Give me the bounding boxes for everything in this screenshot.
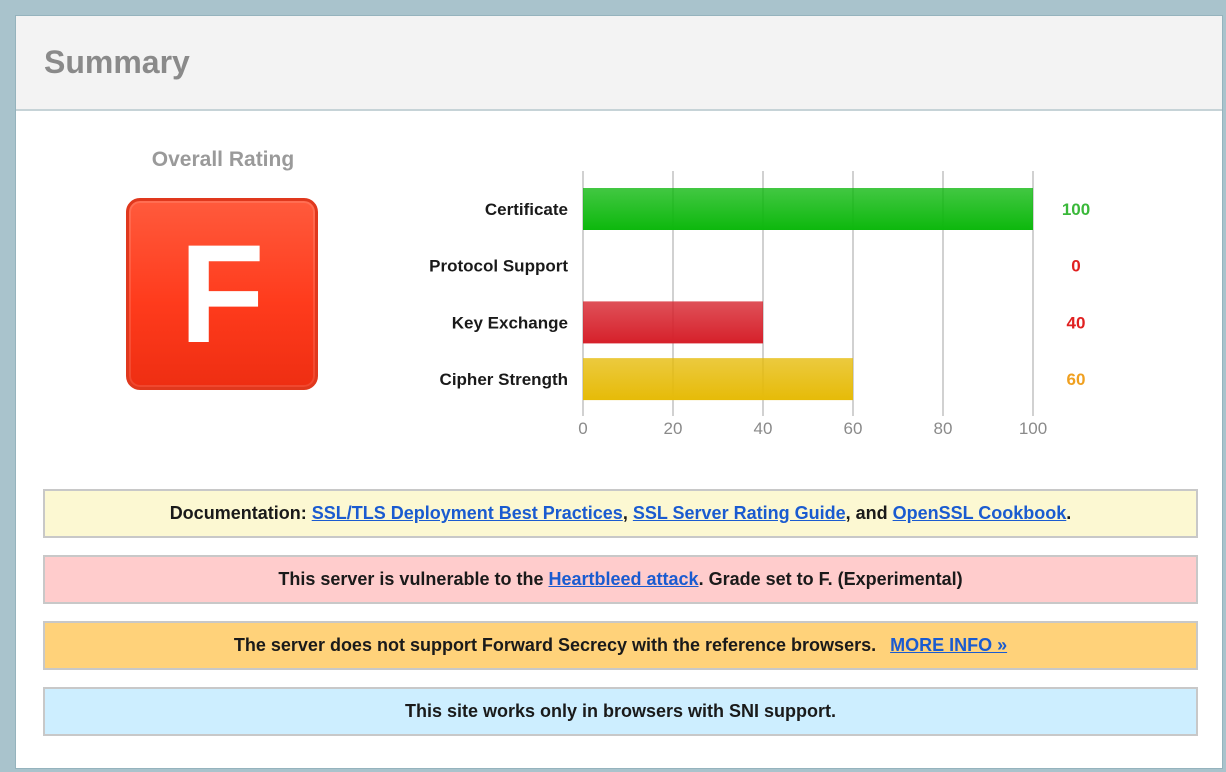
category-label: Key Exchange	[452, 313, 568, 332]
value-label: 0	[1071, 257, 1080, 276]
heartbleed-prefix: This server is vulnerable to the	[278, 569, 544, 589]
x-tick-label: 100	[1019, 419, 1047, 438]
bar	[583, 301, 763, 344]
documentation-sep1: ,	[622, 503, 628, 523]
category-label: Protocol Support	[429, 257, 568, 276]
x-tick-label: 80	[934, 419, 953, 438]
rating-guide-link[interactable]: SSL Server Rating Guide	[633, 503, 846, 524]
documentation-notice: Documentation: SSL/TLS Deployment Best P…	[43, 489, 1198, 538]
heartbleed-attack-link[interactable]: Heartbleed attack	[548, 569, 698, 590]
documentation-prefix: Documentation:	[169, 503, 307, 523]
forward-secrecy-notice: The server does not support Forward Secr…	[43, 621, 1198, 670]
sni-notice: This site works only in browsers with SN…	[43, 687, 1198, 736]
documentation-sep2: , and	[845, 503, 888, 523]
rating-bar-chart: 0 20 40 60 80 100 Certificate 100 Protocol Suppo…	[429, 171, 1090, 438]
openssl-cookbook-link[interactable]: OpenSSL Cookbook	[893, 503, 1067, 524]
bar	[583, 358, 853, 401]
x-tick-label: 40	[754, 419, 773, 438]
more-info-link[interactable]: MORE INFO »	[890, 635, 1007, 656]
heartbleed-suffix: . Grade set to F. (Experimental)	[698, 569, 963, 589]
category-label: Cipher Strength	[440, 370, 568, 389]
sni-text: This site works only in browsers with SN…	[404, 701, 837, 721]
value-label: 60	[1067, 370, 1086, 389]
category-label: Certificate	[485, 200, 568, 219]
summary-panel: Summary Overall Rating F 0 20 40 60 80 100 Cer…	[15, 15, 1223, 769]
x-tick-label: 60	[844, 419, 863, 438]
x-tick-label: 20	[664, 419, 683, 438]
heartbleed-notice: This server is vulnerable to the Heartbl…	[43, 555, 1198, 604]
bar	[583, 188, 1033, 230]
documentation-suffix: .	[1066, 503, 1072, 523]
x-tick-label: 0	[578, 419, 587, 438]
value-label: 100	[1062, 200, 1090, 219]
value-label: 40	[1067, 313, 1086, 332]
deployment-best-practices-link[interactable]: SSL/TLS Deployment Best Practices	[312, 503, 623, 524]
forward-secrecy-text: The server does not support Forward Secr…	[233, 635, 877, 655]
window-frame: Summary Overall Rating F 0 20 40 60 80 100 Cer…	[0, 0, 1226, 772]
